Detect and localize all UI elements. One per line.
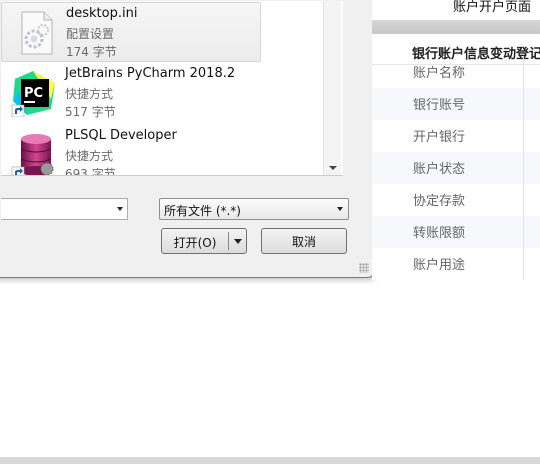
table-row: 银行账号	[372, 88, 540, 120]
list-item-pycharm[interactable]: PC JetBrains PyCharm 2018.2 快捷方式 517 字节	[1, 63, 259, 121]
file-name-input[interactable]	[1, 198, 128, 220]
scroll-down-icon[interactable]	[329, 166, 337, 170]
open-file-dialog: desktop.ini 配置设置 174 字节 PC JetBrains PyC…	[0, 0, 374, 278]
file-list[interactable]: desktop.ini 配置设置 174 字节 PC JetBrains PyC…	[1, 1, 343, 176]
table-row: 开户银行	[372, 120, 540, 152]
file-name: JetBrains PyCharm 2018.2	[65, 66, 236, 81]
page-title: 账户开户页面	[452, 0, 531, 15]
row-label: 转账限额	[413, 226, 466, 241]
plsql-developer-icon	[11, 131, 59, 175]
cancel-button[interactable]: 取消	[261, 228, 347, 254]
pycharm-icon: PC	[11, 69, 59, 118]
open-button-label: 打开(O)	[173, 236, 217, 250]
account-page: 账户开户页面 银行账户信息变动登记 账户名称 银行账号 开户银行 账户状态 协定…	[372, 0, 540, 280]
table-row: 协定存款	[372, 184, 540, 216]
resize-grip-icon[interactable]	[359, 263, 369, 273]
file-name: PLSQL Developer	[65, 128, 177, 143]
file-list-scrollbar[interactable]	[323, 1, 341, 175]
file-type: 配置设置	[66, 27, 115, 41]
file-type: 快捷方式	[65, 149, 114, 163]
chevron-down-icon[interactable]	[117, 207, 123, 211]
svg-text:PC: PC	[24, 86, 43, 101]
settings-file-icon	[12, 9, 60, 57]
open-button[interactable]: 打开(O)	[161, 228, 247, 254]
file-size: 517 字节	[65, 105, 116, 119]
open-dropdown-icon[interactable]	[234, 239, 242, 244]
row-label: 开户银行	[413, 130, 466, 145]
file-type-filter-value: 所有文件 (*.*)	[164, 204, 241, 218]
list-item-plsql-developer[interactable]: PLSQL Developer 快捷方式 693 字节	[1, 125, 259, 176]
chevron-down-icon	[337, 207, 343, 211]
row-label: 账户名称	[413, 66, 466, 81]
split-divider	[228, 232, 229, 250]
row-label: 账户状态	[413, 162, 466, 177]
row-label: 账户用途	[413, 258, 466, 273]
list-item-desktop-ini[interactable]: desktop.ini 配置设置 174 字节	[1, 2, 261, 62]
row-label: 协定存款	[413, 194, 466, 209]
file-type: 快捷方式	[65, 87, 114, 101]
bottom-scrollbar[interactable]	[0, 457, 540, 464]
file-size: 174 字节	[66, 45, 117, 59]
table-row: 账户用途	[372, 248, 540, 280]
header-bar	[372, 20, 540, 34]
file-size: 693 字节	[65, 167, 116, 176]
row-label: 银行账号	[413, 98, 466, 113]
file-name: desktop.ini	[66, 6, 138, 21]
table-row: 转账限额	[372, 216, 540, 248]
table-row: 账户状态	[372, 152, 540, 184]
table-row: 账户名称	[372, 56, 540, 88]
file-type-filter[interactable]: 所有文件 (*.*)	[159, 198, 349, 220]
